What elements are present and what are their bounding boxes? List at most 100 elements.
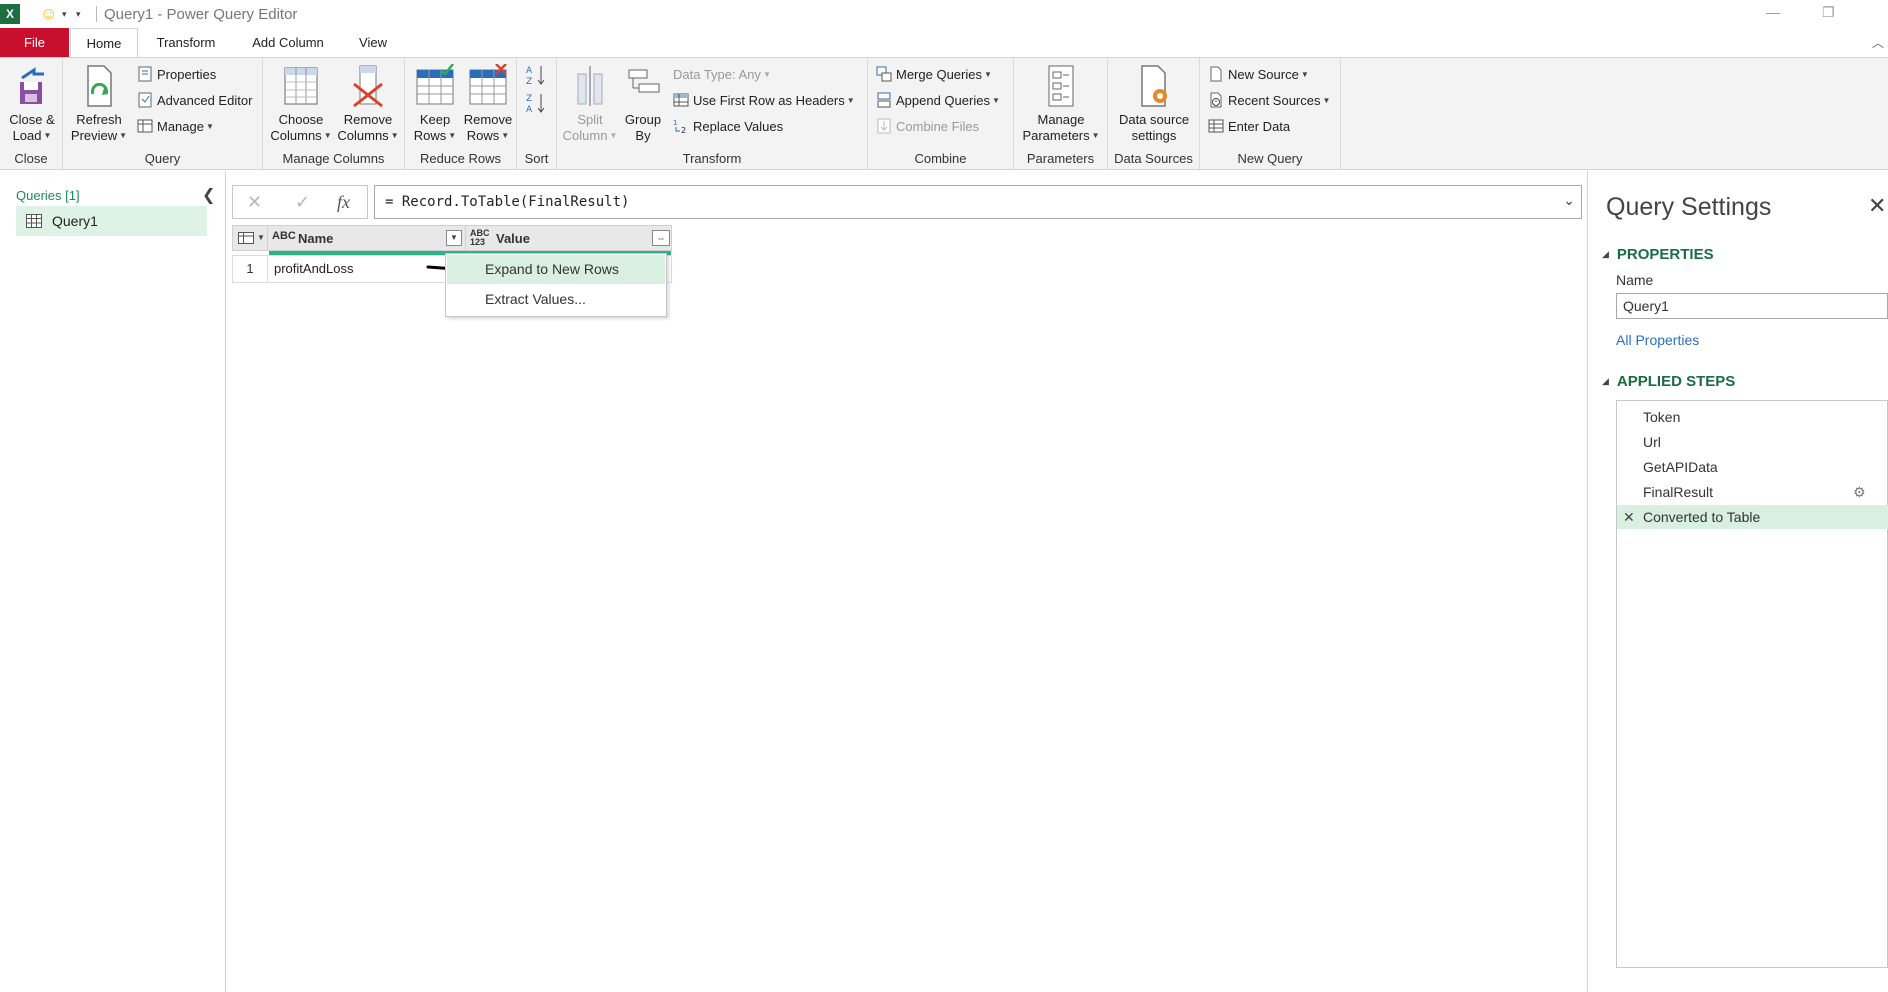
choose-columns-button[interactable]: Choose Columns ▼ [269,64,333,144]
tab-view[interactable]: View [350,28,396,58]
step-item[interactable]: FinalResult ⚙ [1617,480,1888,504]
append-queries-button[interactable]: Append Queries ▼ [876,90,1000,112]
group-by-button[interactable]: Group By [621,64,665,144]
insert-function-icon[interactable]: fx [337,192,350,213]
formula-text: = Record.ToTable(FinalResult) [385,194,630,210]
sort-ascending-icon: A Z [526,66,545,86]
row-number: 1 [232,255,268,283]
cancel-formula-icon[interactable]: ✕ [247,192,262,213]
advanced-editor-button[interactable]: Advanced Editor [137,90,252,112]
properties-button[interactable]: Properties [137,64,216,86]
choose-columns-icon [284,67,318,105]
data-type-dropdown[interactable]: Data Type: Any ▼ [673,64,771,86]
query-settings-title: Query Settings [1606,193,1772,221]
applied-steps-section-header[interactable]: ◢ APPLIED STEPS [1602,373,1735,390]
new-source-icon [1210,66,1222,82]
refresh-preview-button[interactable]: Refresh Preview ▼ [69,64,129,144]
sort-descending-button[interactable]: Z A [525,92,551,114]
replace-values-button[interactable]: 1 2 Replace Values [673,116,783,138]
restore-button[interactable]: ❐ [1822,4,1835,21]
step-item[interactable]: GetAPIData [1617,455,1888,479]
close-load-button[interactable]: Close & Load ▼ [4,64,60,144]
group-label-close: Close [14,151,48,166]
use-first-row-headers-button[interactable]: Use First Row as Headers ▼ [673,90,855,112]
commit-formula-icon[interactable]: ✓ [295,192,310,213]
expand-column-icon[interactable]: ⇔ [652,230,670,246]
tab-file[interactable]: File [0,28,69,58]
collapse-queries-pane-icon[interactable]: ❮ [202,185,215,205]
manage-button[interactable]: Manage ▼ [137,116,214,138]
manage-parameters-icon [1048,65,1074,107]
group-label-new-query: New Query [1237,151,1303,166]
ribbon-group-reduce-rows: Keep Rows ▼ Remove Rows ▼ Reduce Rows [405,58,517,169]
formula-input[interactable]: = Record.ToTable(FinalResult) ⌄ [374,185,1582,219]
remove-columns-icon [353,65,383,108]
quick-access-customize-icon[interactable]: ▾ [76,9,81,20]
ribbon-tabs: File Home Transform Add Column View ︿ [0,28,1888,58]
group-label-transform: Transform [682,151,742,166]
query-name-input[interactable] [1616,293,1888,319]
send-feedback-smiley-icon[interactable]: ☺ [40,5,57,23]
tab-add-column[interactable]: Add Column [242,28,334,58]
name-label: Name [1616,272,1654,288]
group-label-parameters: Parameters [1026,151,1095,166]
column-header-label: Value [496,231,530,246]
refresh-preview-icon [87,65,112,107]
remove-columns-button[interactable]: Remove Columns ▼ [335,64,401,144]
enter-data-button[interactable]: Enter Data [1208,116,1290,138]
ribbon-group-close: Close & Load ▼ Close [0,58,63,169]
merge-queries-icon [876,66,892,82]
sort-ascending-button[interactable]: A Z [525,64,551,86]
table-menu-icon [238,232,254,244]
tab-home[interactable]: Home [70,28,138,58]
column-header-label: Name [298,231,334,246]
feedback-caret-icon[interactable]: ▾ [62,9,67,20]
column-filter-dropdown-icon[interactable]: ▼ [446,230,462,246]
ribbon-group-new-query: New Source ▼ Recent Sources ▼ Enter Data N… [1200,58,1341,169]
collapse-triangle-icon: ◢ [1602,376,1609,386]
ribbon-group-query: Refresh Preview ▼ Properties Advanced Edi… [63,58,263,169]
text-type-icon[interactable]: ABC [272,230,296,242]
column-header-name[interactable]: ABC Name ▼ [268,225,466,251]
svg-text:Z: Z [526,77,532,86]
step-item[interactable]: Token [1617,405,1888,429]
step-item[interactable]: Url [1617,430,1888,454]
formula-bar: ✕ ✓ fx = Record.ToTable(FinalResult) ⌄ [232,185,1582,219]
gear-icon[interactable]: ⚙ [1853,480,1866,504]
minimize-button[interactable]: — [1766,4,1780,20]
svg-text:1: 1 [673,119,677,127]
recent-sources-button[interactable]: Recent Sources ▼ [1208,90,1330,112]
query-list-item[interactable]: Query1 [16,206,207,236]
tab-transform[interactable]: Transform [145,28,227,58]
column-header-value[interactable]: ABC 123 Value ⇔ [466,225,672,251]
close-load-icon [20,67,44,104]
table-menu-button[interactable]: ▼ [232,225,268,251]
group-label-data-sources: Data Sources [1114,151,1193,166]
title-bar: X ☺ ▾ ▾ Query1 - Power Query Editor — ❐ [0,0,1888,28]
split-column-button[interactable]: Split Column ▼ [561,64,619,144]
combine-files-button[interactable]: Combine Files [876,116,979,138]
step-item-selected[interactable]: ✕ Converted to Table [1617,505,1888,529]
any-type-icon[interactable]: ABC 123 [470,229,490,247]
step-label: Converted to Table [1643,509,1761,525]
all-properties-link[interactable]: All Properties [1616,332,1699,348]
collapse-ribbon-icon[interactable]: ︿ [1872,34,1884,51]
append-queries-icon [877,92,891,108]
svg-text:2: 2 [681,126,686,134]
menu-item-expand-to-new-rows[interactable]: Expand to New Rows [447,255,665,284]
keep-rows-button[interactable]: Keep Rows ▼ [409,64,461,144]
remove-rows-button[interactable]: Remove Rows ▼ [461,64,515,144]
window-title: Query1 - Power Query Editor [104,6,298,23]
svg-text:Z: Z [526,94,532,104]
data-source-settings-button[interactable]: Data source settings [1112,64,1196,144]
manage-parameters-button[interactable]: Manage Parameters ▼ [1018,64,1104,144]
group-label-sort: Sort [524,151,549,166]
merge-queries-button[interactable]: Merge Queries ▼ [876,64,992,86]
properties-section-header[interactable]: ◢ PROPERTIES [1602,246,1714,263]
menu-item-extract-values[interactable]: Extract Values... [447,285,665,314]
delete-step-icon[interactable]: ✕ [1623,505,1635,529]
svg-text:A: A [526,66,533,76]
close-icon[interactable]: ✕ [1868,193,1886,219]
new-source-button[interactable]: New Source ▼ [1208,64,1309,86]
expand-formula-bar-icon[interactable]: ⌄ [1563,192,1575,209]
